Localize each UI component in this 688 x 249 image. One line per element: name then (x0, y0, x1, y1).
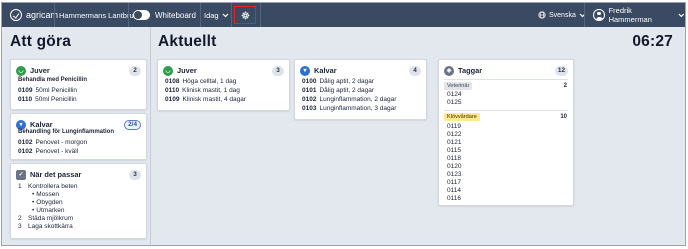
list-item[interactable]: 0102 Lunginflammation, 2 dagar (302, 95, 420, 104)
tag-item[interactable]: 0125 (447, 99, 567, 107)
count-badge: 12 (554, 65, 568, 76)
user-name: Fredrik Hammerman (608, 6, 652, 24)
calf-icon: ▾ (16, 119, 26, 130)
app-window: agricam Hammermans Lantbruk Whiteboard I… (1, 2, 686, 246)
list-item[interactable]: 0103 Lunginflammation, 3 dagar (302, 104, 420, 113)
divider (231, 3, 232, 27)
list-item[interactable]: 0100 Dålig aptit, 2 dagar (302, 77, 420, 86)
task-item[interactable]: 2 Städa mjölkrum (18, 215, 140, 223)
language-value: Svenska (549, 11, 576, 19)
gear-icon (241, 11, 249, 19)
list-item[interactable]: 0110 50ml Penicillin (18, 95, 140, 104)
task-item[interactable]: 3 Laga skottkärra (18, 223, 140, 231)
tag-item[interactable]: 0120 (447, 163, 567, 171)
card-subtitle: Behandla med Penicillin (18, 77, 88, 83)
settings-button[interactable] (234, 6, 256, 24)
list-item[interactable]: 0108 Höga celltal, 1 dag (165, 77, 283, 86)
tag-item[interactable]: 0124 (447, 91, 567, 99)
whiteboard-toggle[interactable] (133, 10, 150, 20)
current-card-juver[interactable]: ◡ Juver 3 0108 Höga celltal, 1 dag 0110 Kl… (157, 59, 290, 111)
divider (54, 3, 55, 27)
count-badge: 3 (272, 65, 284, 76)
tag-item[interactable]: 0117 (447, 179, 567, 187)
card-title: Kalvar (314, 66, 337, 75)
count-badge: 3 (129, 169, 141, 180)
progress-badge: 2/4 (124, 119, 141, 130)
calf-icon: ▾ (300, 65, 310, 76)
agricam-logo-icon (10, 9, 22, 21)
tag-label-veterinar[interactable]: Veterinär (444, 82, 473, 90)
card-title: Kalvar (30, 120, 53, 129)
list-item[interactable]: 0102 Penovet - kväll (18, 147, 140, 156)
tag-item[interactable]: 0115 (447, 147, 567, 155)
checklist-icon: ✓ (16, 169, 26, 180)
card-subtitle: Behandling för Lunginflammation (18, 129, 114, 135)
farm-name[interactable]: Hammermans Lantbruk (59, 3, 137, 27)
card-title: Taggar (458, 66, 483, 75)
tag-item[interactable]: 0118 (447, 155, 567, 163)
user-menu[interactable]: Fredrik Hammerman (593, 3, 685, 27)
tag-icon: ◈ (444, 65, 454, 76)
tag-count: 2 (563, 83, 567, 89)
list-item[interactable]: 0109 Klinisk mastit, 4 dagar (165, 95, 283, 104)
list-item[interactable]: 0110 Klinisk mastit, 1 dag (165, 86, 283, 95)
whiteboard-toggle-group: Whiteboard (133, 3, 196, 27)
count-badge: 2 (129, 65, 141, 76)
day-select[interactable]: Idag (204, 3, 229, 27)
column-divider (150, 27, 151, 245)
current-title: Aktuellt (158, 33, 217, 50)
divider (200, 3, 201, 27)
list-item[interactable]: 0101 Dålig aptit, 2 dagar (302, 86, 420, 95)
clock: 06:27 (632, 33, 673, 50)
globe-icon (538, 11, 546, 19)
tag-item[interactable]: 0114 (447, 187, 567, 195)
tag-item[interactable]: 0123 (447, 171, 567, 179)
task-subitem: Utmarken (18, 207, 140, 215)
task-item[interactable]: 1 Kontrollera beten (18, 183, 140, 191)
card-title: Juver (177, 66, 197, 75)
todo-card-kalvar[interactable]: ▾ Kalvar 2/4 Behandling för Lunginflamma… (10, 113, 147, 160)
logo: agricam (10, 3, 58, 27)
todo-card-juver[interactable]: ◡ Juver 2 Behandla med Penicillin 0109 50… (10, 59, 147, 110)
todo-title: Att göra (10, 33, 72, 50)
top-bar: agricam Hammermans Lantbruk Whiteboard I… (2, 3, 685, 27)
user-avatar-icon (593, 9, 605, 21)
tag-item[interactable]: 0119 (447, 123, 567, 131)
tags-card[interactable]: ◈ Taggar 12 Veterinär 2 0124 0125 Klövvå… (438, 59, 574, 206)
udder-icon: ◡ (163, 65, 173, 76)
task-subitem: Obygden (18, 199, 140, 207)
divider (584, 3, 585, 27)
task-subitem: Mossen (18, 191, 140, 199)
divider (128, 3, 129, 27)
divider (444, 79, 568, 80)
chevron-down-icon (678, 13, 685, 17)
tag-label-klovvardare[interactable]: Klövvårdare (444, 113, 480, 121)
divider (444, 110, 568, 111)
chevron-down-icon (222, 13, 229, 17)
current-card-kalvar[interactable]: ▾ Kalvar 4 0100 Dålig aptit, 2 dagar 0101… (294, 59, 427, 120)
list-item[interactable]: 0109 50ml Penicillin (18, 86, 140, 95)
udder-icon: ◡ (16, 65, 26, 76)
language-select[interactable]: Svenska (538, 3, 586, 27)
divider (260, 3, 261, 27)
list-item[interactable]: 0102 Penovet - morgon (18, 138, 140, 147)
tag-item[interactable]: 0121 (447, 139, 567, 147)
card-title: Juver (30, 66, 50, 75)
tag-item[interactable]: 0116 (447, 195, 567, 203)
count-badge: 4 (409, 65, 421, 76)
day-select-value: Idag (204, 10, 219, 20)
whiteboard-label: Whiteboard (155, 10, 196, 20)
tag-item[interactable]: 0122 (447, 131, 567, 139)
card-title: När det passar (30, 170, 82, 179)
todo-card-when-convenient[interactable]: ✓ När det passar 3 1Kontrollera beten Mo… (10, 163, 147, 239)
tag-count: 10 (560, 114, 567, 120)
